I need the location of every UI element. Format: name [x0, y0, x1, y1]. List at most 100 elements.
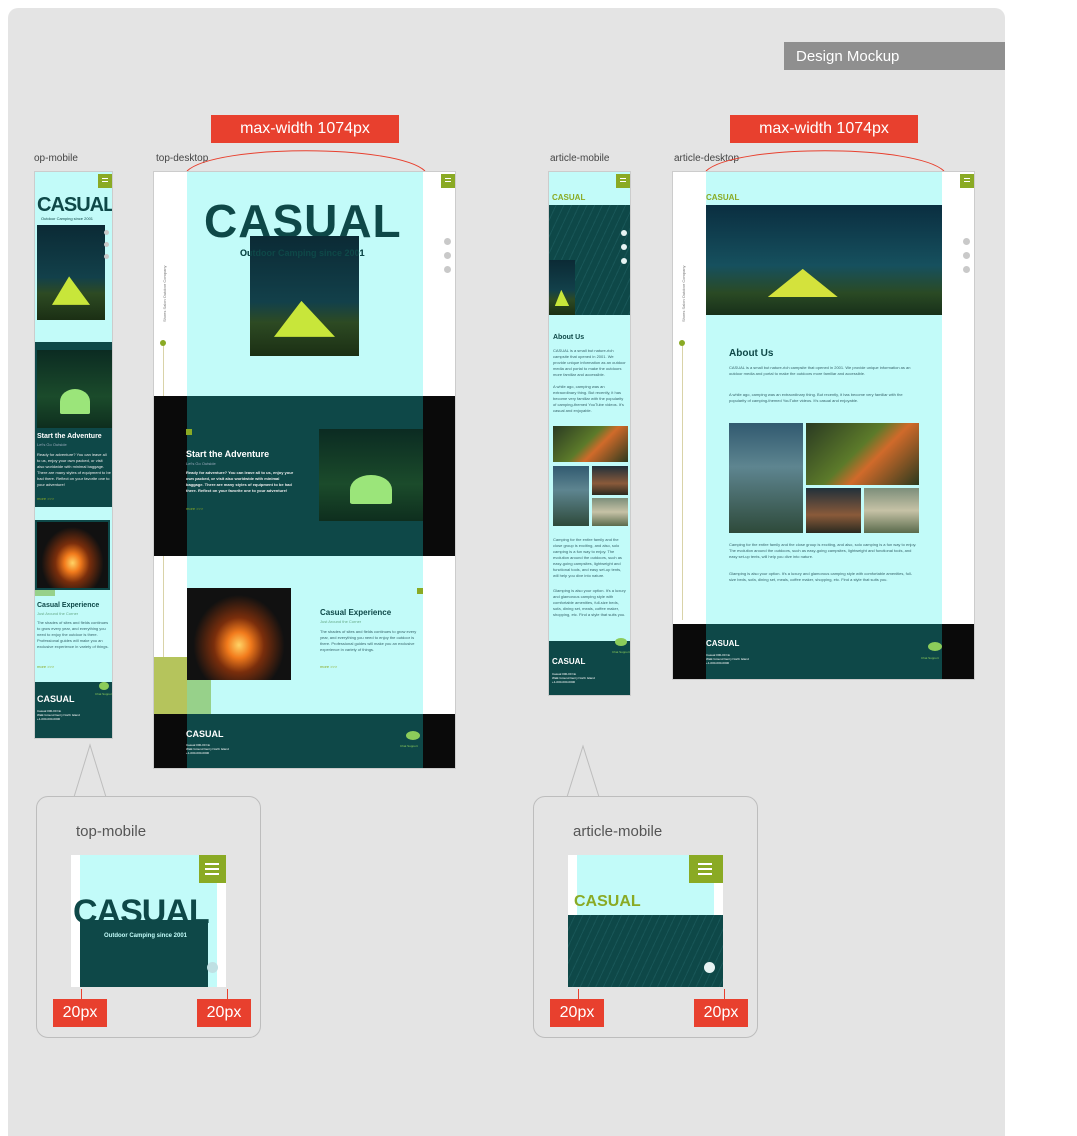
- facebook-icon[interactable]: [963, 252, 970, 259]
- section1-body: Ready for adventure? You can leave all t…: [37, 452, 111, 487]
- photo-mountain: [553, 466, 589, 526]
- about-p3: Camping for the entire family and the cl…: [553, 537, 622, 578]
- accent-square: [186, 429, 192, 435]
- chat-icon[interactable]: [99, 682, 109, 690]
- twitter-icon[interactable]: [704, 962, 715, 973]
- chat-icon[interactable]: [615, 638, 627, 646]
- padding-label-left: 20px: [550, 999, 604, 1027]
- vertical-company-text: Shoes Salon Outdoor Company: [162, 265, 167, 322]
- twitter-icon[interactable]: [621, 230, 627, 236]
- more-link-2[interactable]: more >>>: [37, 664, 54, 669]
- twitter-icon[interactable]: [963, 238, 970, 245]
- photo-table: [592, 498, 628, 526]
- top-desktop-frame: Shoes Salon Outdoor Company CASUAL Outdo…: [153, 171, 456, 769]
- hero-tent-photo: [37, 225, 105, 320]
- padding-label-left: 20px: [53, 999, 107, 1027]
- chat-support[interactable]: Chat Support: [95, 692, 112, 696]
- section2-sub: Just Around the Corner: [320, 619, 362, 624]
- forest-tent-photo: [319, 429, 423, 521]
- footer-brand: CASUAL: [37, 694, 75, 704]
- accent-block: [35, 590, 55, 596]
- scroll-line: [682, 340, 683, 620]
- section1-body: Ready for adventure? You can leave all t…: [186, 470, 294, 493]
- twitter-icon[interactable]: [104, 230, 109, 235]
- accent-square-2: [417, 588, 423, 594]
- instagram-icon[interactable]: [963, 266, 970, 273]
- padding-marker-right: [724, 989, 725, 999]
- chat-icon[interactable]: [406, 731, 420, 740]
- campfire-photo: [37, 522, 108, 588]
- photo-table: [864, 488, 919, 533]
- section2-body: The shades of sites and fields continues…: [320, 629, 417, 652]
- padding-label-right: 20px: [197, 999, 251, 1027]
- mockup-board: Design Mockup op-mobile top-desktop arti…: [8, 8, 1005, 1136]
- photo-mountain: [729, 423, 803, 533]
- about-title: About Us: [729, 348, 774, 359]
- instagram-icon[interactable]: [104, 254, 109, 259]
- forest-tent-photo: [37, 350, 112, 428]
- chat-support[interactable]: Chat Support: [921, 656, 939, 660]
- padding-marker-left: [578, 989, 579, 999]
- callout-pointer-top: [73, 743, 107, 798]
- more-link-2[interactable]: more >>>: [320, 664, 337, 669]
- menu-icon[interactable]: [205, 863, 219, 865]
- about-p2: A while ago, camping was an extraordinar…: [729, 392, 903, 403]
- zoom-title: article-mobile: [573, 823, 663, 840]
- brand-logo: CASUAL: [73, 893, 210, 931]
- facebook-icon[interactable]: [444, 252, 451, 259]
- about-p4: Glamping is also your option. It's a lux…: [729, 571, 913, 582]
- tagline: Outdoor Camping since 2001: [41, 216, 94, 221]
- about-p2: A while ago, camping was an extraordinar…: [553, 384, 624, 413]
- section2-title: Casual Experience: [37, 602, 100, 609]
- label-top-mobile: op-mobile: [34, 153, 78, 164]
- photo-food: [553, 426, 628, 462]
- about-title: About Us: [553, 334, 585, 341]
- menu-icon[interactable]: [98, 174, 112, 188]
- menu-icon[interactable]: [616, 174, 630, 188]
- callout-pointer-article: [566, 744, 600, 798]
- footer-tel: +1-000-000-0000: [706, 661, 730, 665]
- section1-title: Start the Adventure: [37, 433, 102, 440]
- hero-rain-photo: [568, 915, 723, 987]
- twitter-icon[interactable]: [444, 238, 451, 245]
- more-link[interactable]: more >>>: [37, 496, 54, 501]
- menu-icon[interactable]: [441, 174, 455, 188]
- chat-support[interactable]: Chat Support: [400, 744, 418, 748]
- chat-support[interactable]: Chat Support: [612, 650, 630, 654]
- facebook-icon[interactable]: [104, 242, 109, 247]
- photo-camp: [592, 466, 628, 495]
- hero-tent-photo: [549, 260, 575, 315]
- campfire-photo: [187, 588, 291, 680]
- menu-icon[interactable]: [960, 174, 974, 188]
- zoom-preview: CASUAL Outdoor Camping since 2001: [71, 855, 226, 987]
- tagline-overlay: Outdoor Camping since 2001: [240, 248, 365, 258]
- footer-brand: CASUAL: [706, 639, 740, 648]
- label-article-mobile: article-mobile: [550, 153, 610, 164]
- padding-marker-left: [81, 989, 82, 999]
- twitter-icon[interactable]: [207, 962, 218, 973]
- menu-bg: [199, 855, 226, 883]
- brand-logo: CASUAL: [706, 193, 740, 202]
- zoom-article-mobile: article-mobile CASUAL 20px 20px: [533, 796, 758, 1038]
- zoom-top-mobile: top-mobile CASUAL Outdoor Camping since …: [36, 796, 261, 1038]
- more-link[interactable]: more >>>: [186, 506, 203, 511]
- article-mobile-frame: CASUAL About Us CASUAL is a small but na…: [548, 171, 631, 696]
- footer-tel: +1-000-000-0000: [186, 751, 210, 755]
- footer-brand: CASUAL: [186, 729, 224, 739]
- article-desktop-frame: Shoes Salon Outdoor Company CASUAL About…: [672, 171, 975, 680]
- photo-camp: [806, 488, 861, 533]
- photo-food: [806, 423, 919, 485]
- facebook-icon[interactable]: [621, 244, 627, 250]
- max-width-label-top: max-width 1074px: [211, 115, 399, 143]
- tagline: Outdoor Camping since 2001: [104, 933, 188, 939]
- footer-brand: CASUAL: [552, 657, 586, 666]
- hero-night-tent-photo: [706, 205, 942, 315]
- vertical-company-text: Shoes Salon Outdoor Company: [681, 265, 686, 322]
- padding-label-right: 20px: [694, 999, 748, 1027]
- max-width-arc-top: [186, 150, 426, 172]
- instagram-icon[interactable]: [621, 258, 627, 264]
- chat-icon[interactable]: [928, 642, 942, 651]
- scroll-dot: [160, 340, 166, 346]
- instagram-icon[interactable]: [444, 266, 451, 273]
- menu-icon[interactable]: [698, 863, 712, 865]
